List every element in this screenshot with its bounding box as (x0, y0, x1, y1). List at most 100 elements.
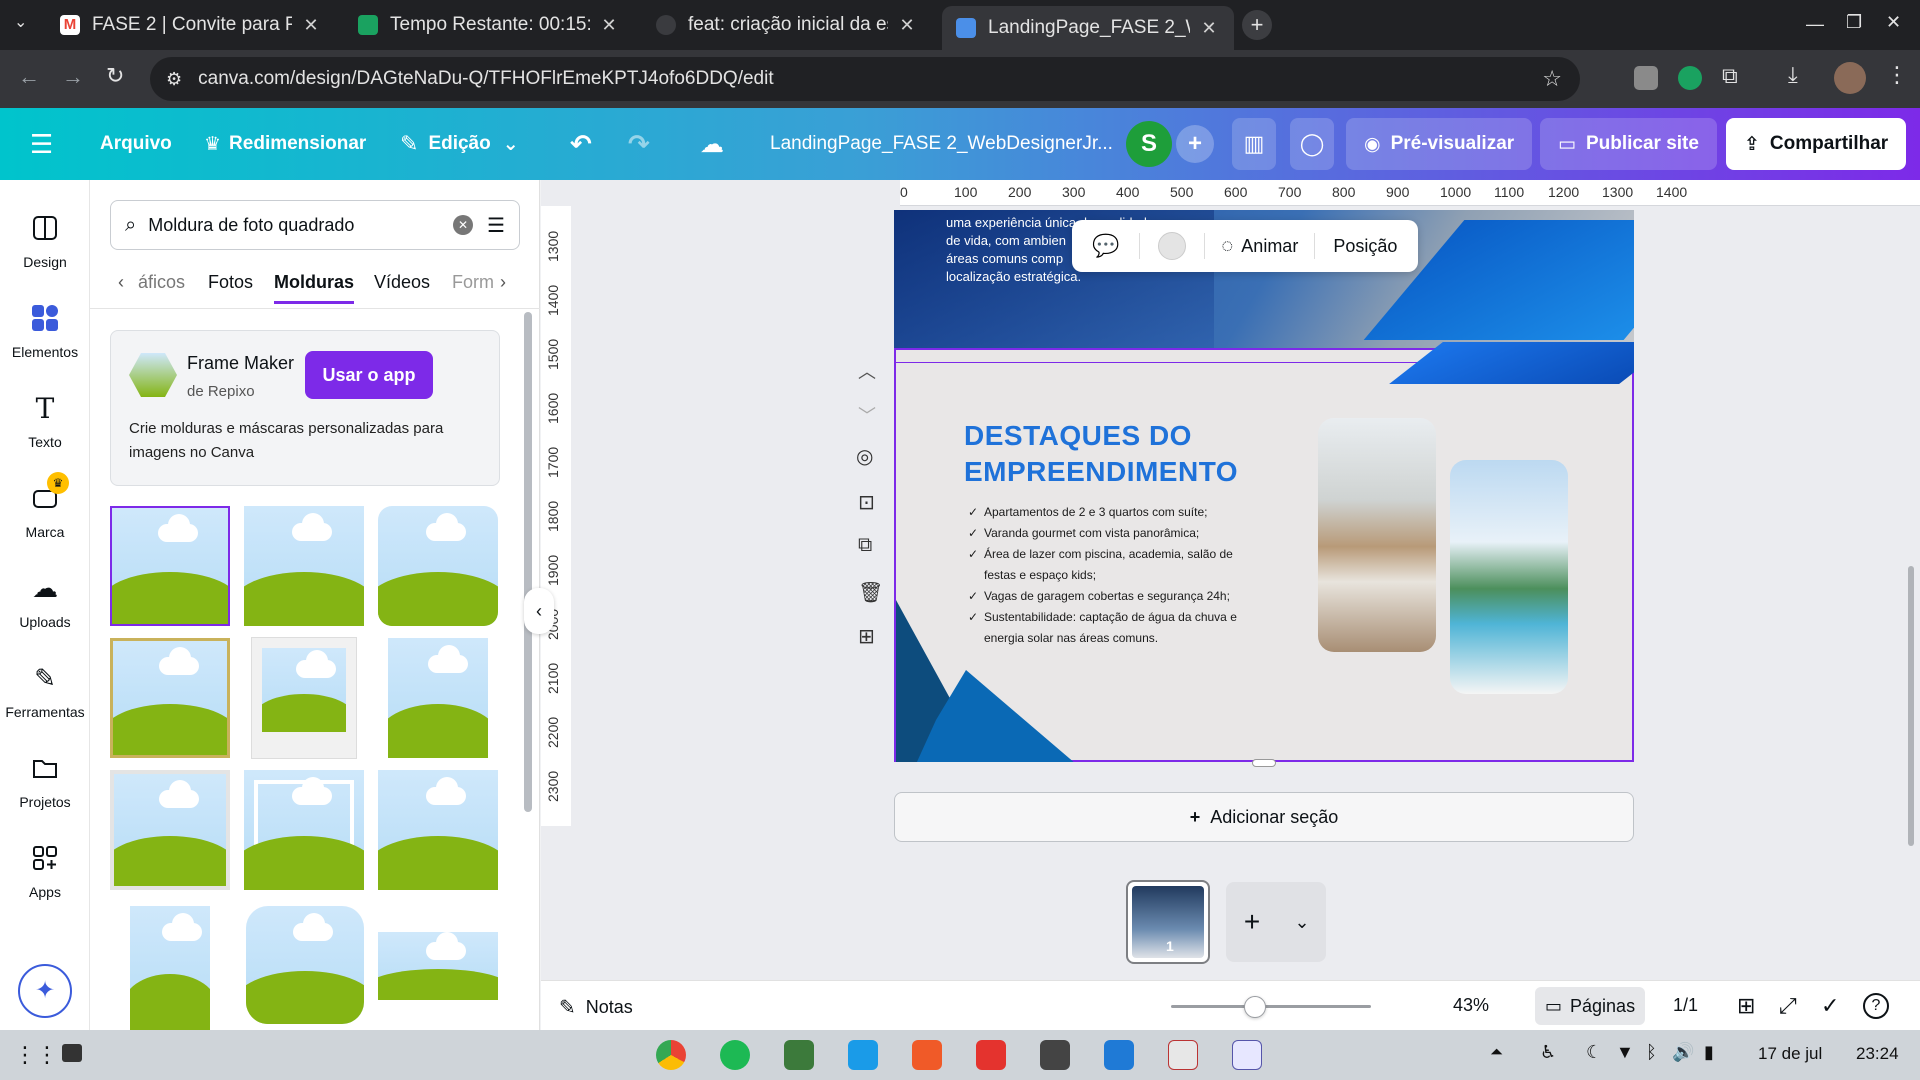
rail-apps[interactable]: Apps (0, 836, 90, 900)
canvas-scrollbar[interactable] (1908, 566, 1914, 846)
position-button[interactable]: Posição (1333, 236, 1397, 257)
panel-scrollbar[interactable] (524, 312, 532, 812)
preview-button[interactable]: ◉ Pré-visualizar (1346, 118, 1533, 170)
filter-icon[interactable]: ☰ (487, 213, 505, 238)
collapse-panel-button[interactable]: ‹ (524, 588, 554, 634)
close-icon[interactable]: ✕ (896, 15, 918, 36)
document-icon[interactable] (1232, 1040, 1262, 1070)
overview-icon[interactable] (62, 1044, 82, 1062)
browser-tab-gmail[interactable]: M FASE 2 | Convite para Parti✕ (46, 8, 336, 42)
tab-videos[interactable]: Vídeos (374, 272, 430, 293)
tab-search-chevron-icon[interactable]: ⌄ (14, 12, 27, 32)
frame-thumb-squircle[interactable] (246, 906, 364, 1024)
duplicate-icon[interactable]: ⧉ (858, 534, 872, 557)
vscode-icon[interactable] (1104, 1040, 1134, 1070)
clear-search-icon[interactable]: ✕ (453, 215, 474, 235)
frame-thumb-square[interactable] (110, 506, 230, 626)
interior-photo-frame[interactable] (1318, 418, 1436, 652)
grid-view-icon[interactable]: ⊞ (1737, 993, 1755, 1019)
frame-thumb-tall[interactable] (130, 906, 210, 1030)
extension-m-icon[interactable] (1634, 66, 1658, 90)
section-heading[interactable]: DESTAQUES DO EMPREENDIMENTO (964, 418, 1238, 490)
add-collaborator-button[interactable]: + (1176, 125, 1214, 163)
lock-icon[interactable]: ⊡ (858, 490, 875, 515)
profile-avatar[interactable] (1834, 62, 1866, 94)
color-swatch[interactable] (1158, 232, 1187, 260)
browser-tab-canva[interactable]: LandingPage_FASE 2_WebI✕ (942, 6, 1234, 50)
rail-projects[interactable]: Projetos (0, 746, 90, 810)
tabs-scroll-left-icon[interactable]: ‹ (118, 272, 124, 293)
bookmark-star-icon[interactable]: ☆ (1542, 66, 1562, 92)
frame-thumb-rounded[interactable] (378, 506, 498, 626)
frame-thumb-inner-border[interactable] (244, 770, 364, 890)
clock[interactable]: 23:24 (1856, 1044, 1899, 1064)
extensions-puzzle-icon[interactable]: ⧉ (1722, 63, 1738, 89)
resize-button[interactable]: ♛ Redimensionar (204, 118, 366, 170)
hamburger-menu-icon[interactable]: ☰ (30, 118, 53, 170)
chevron-down-icon[interactable]: ⌄ (1278, 882, 1326, 962)
search-input[interactable]: ⌕ Moldura de foto quadrado ✕ ☰ (110, 200, 520, 250)
insights-icon[interactable]: ▥ (1232, 118, 1276, 170)
fullscreen-icon[interactable]: ⤢ (1779, 993, 1797, 1019)
tabs-scroll-right-icon[interactable]: › (500, 272, 506, 293)
volume-icon[interactable]: 🔊 (1672, 1042, 1694, 1063)
launcher-icon[interactable]: ⋮⋮ (14, 1042, 58, 1068)
chrome-icon[interactable] (656, 1040, 686, 1070)
use-app-button[interactable]: Usar o app (305, 351, 433, 399)
publish-site-button[interactable]: ▭ Publicar site (1540, 118, 1717, 170)
trash-icon[interactable]: 🗑 (858, 580, 883, 605)
redo-icon[interactable]: ↷ (628, 118, 650, 170)
design-page[interactable]: uma experiência única de qualidade de vi… (894, 210, 1634, 762)
tab-frames[interactable]: Molduras (274, 272, 355, 304)
new-tab-button[interactable]: + (1242, 10, 1272, 40)
zoom-slider[interactable] (1171, 996, 1371, 1018)
magic-assistant-button[interactable]: ✦ (18, 964, 72, 1018)
section-resize-handle[interactable] (1252, 759, 1276, 767)
frame-thumb-grey-border[interactable] (110, 770, 230, 890)
frame-thumb-polaroid[interactable] (252, 638, 356, 758)
restore-icon[interactable]: ❐ (1846, 12, 1862, 33)
close-icon[interactable]: ✕ (598, 15, 620, 36)
avatar[interactable]: S (1126, 121, 1172, 167)
tab-graphics[interactable]: áficos (138, 272, 185, 293)
site-info-icon[interactable]: ⚙ (166, 69, 182, 90)
presentation-icon[interactable] (1168, 1040, 1198, 1070)
rail-text[interactable]: T Texto (0, 386, 90, 451)
back-icon[interactable]: ← (18, 64, 40, 90)
share-button[interactable]: ⇪ Compartilhar (1726, 118, 1907, 170)
comment-icon[interactable]: ◯ (1290, 118, 1334, 170)
bluetooth-icon[interactable]: ᛒ (1646, 1042, 1657, 1063)
date[interactable]: 17 de jul (1758, 1044, 1822, 1064)
bullet-list[interactable]: ✓ Apartamentos de 2 e 3 quartos com suíte… (968, 502, 1258, 649)
add-page-button[interactable]: + (1226, 882, 1278, 962)
rail-tools[interactable]: ✎ Ferramentas (0, 656, 90, 721)
browser-menu-icon[interactable]: ⋮ (1886, 62, 1908, 88)
url-bar[interactable]: ⚙ canva.com/design/DAGteNaDu-Q/TFHOFlrEm… (150, 57, 1580, 101)
tab-shapes[interactable]: Form (452, 272, 494, 293)
minimize-icon[interactable]: — (1806, 14, 1824, 35)
close-icon[interactable]: ✕ (300, 15, 322, 36)
rail-elements[interactable]: Elementos (0, 296, 90, 360)
night-light-icon[interactable]: ☾ (1586, 1042, 1602, 1063)
edit-mode-button[interactable]: ✎ Edição ⌄ (400, 118, 519, 170)
accessibility-icon[interactable]: ♿ (1540, 1042, 1556, 1063)
add-page-icon[interactable]: ⊞ (858, 624, 875, 649)
frame-thumb-wide[interactable] (378, 770, 498, 890)
animate-button[interactable]: ◌ Animar (1221, 235, 1298, 258)
anydesk-icon[interactable] (976, 1040, 1006, 1070)
page-thumbnail[interactable]: 1 (1126, 880, 1210, 964)
move-down-icon[interactable]: ﹀ (858, 402, 876, 428)
zoom-level[interactable]: 43% (1453, 995, 1489, 1016)
image-viewer-icon[interactable] (912, 1040, 942, 1070)
close-window-icon[interactable]: ✕ (1886, 12, 1901, 33)
frame-thumb-portrait[interactable] (388, 638, 488, 758)
zoom-slider-knob[interactable] (1244, 996, 1266, 1018)
notes-button[interactable]: ✎ Notas (559, 995, 633, 1020)
calculator-icon[interactable] (1040, 1040, 1070, 1070)
add-section-button[interactable]: + Adicionar seção (894, 792, 1634, 842)
rail-design[interactable]: Design (0, 206, 90, 270)
spotify-icon[interactable] (720, 1040, 750, 1070)
frame-thumb-plain[interactable] (244, 506, 364, 626)
forward-icon[interactable]: → (62, 64, 84, 90)
move-up-icon[interactable]: ︿ (858, 358, 876, 384)
